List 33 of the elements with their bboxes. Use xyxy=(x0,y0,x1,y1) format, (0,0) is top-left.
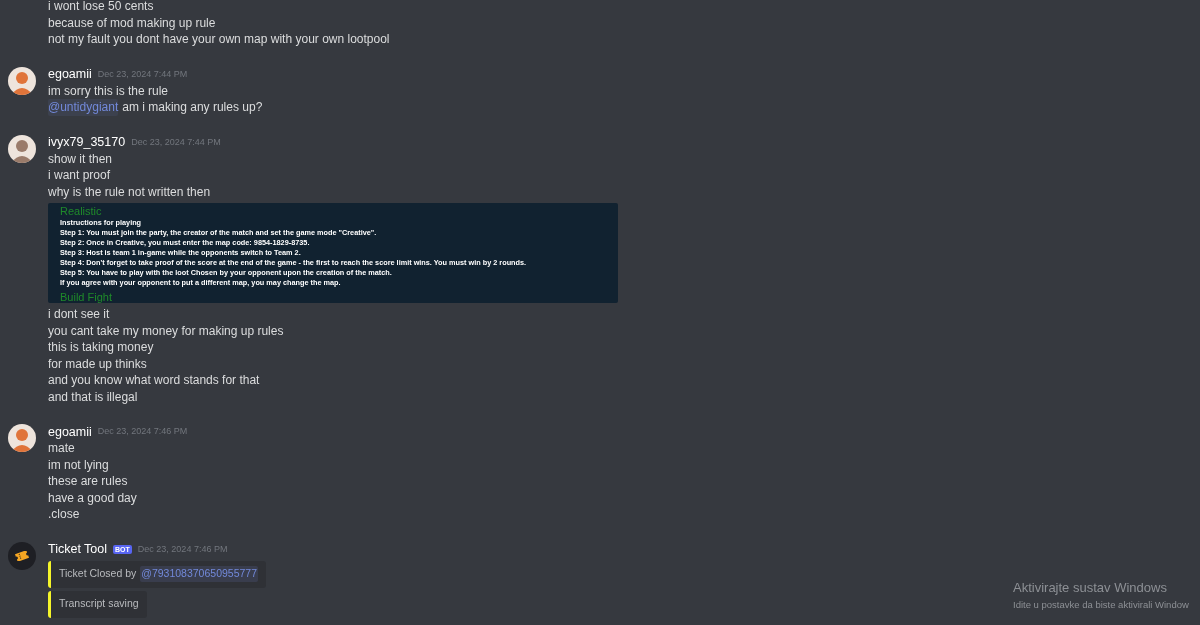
username[interactable]: Ticket Tool xyxy=(48,540,108,559)
message-text: mate xyxy=(48,440,76,457)
activation-subtitle: Idite u postavke da biste aktivirali Window xyxy=(1013,597,1189,612)
message-text: i want proof xyxy=(48,167,112,184)
message-text: have a good day xyxy=(48,489,138,506)
embed-text: Transcript saving xyxy=(59,596,139,612)
message-text: i wont lose 50 cents xyxy=(48,0,155,15)
avatar[interactable] xyxy=(8,424,36,452)
embed-text: Ticket Closed by xyxy=(59,566,137,582)
username[interactable]: egoamii xyxy=(48,65,92,84)
message-text: for made up thinks xyxy=(48,355,148,372)
ticket-icon xyxy=(14,550,30,561)
message-text: am i making any rules up? xyxy=(122,99,263,116)
message-text: and you know what word stands for that xyxy=(48,372,261,389)
message-text: show it then xyxy=(48,150,114,167)
message-text: because of mod making up rule xyxy=(48,14,217,31)
message-text: .close xyxy=(48,506,81,523)
message-text: not my fault you dont have your own map with your own lootpool xyxy=(48,31,390,48)
message-text: i dont see it xyxy=(48,306,111,323)
screenshot-heading: Realistic xyxy=(60,205,103,218)
message-text: these are rules xyxy=(48,473,129,490)
activation-title: Aktivirajte sustav Windows xyxy=(1013,579,1168,597)
message-text: you cant take my money for making up rules xyxy=(48,322,285,339)
username[interactable]: ivyx79_35170 xyxy=(48,133,126,152)
message-text: and that is illegal xyxy=(48,388,139,405)
username[interactable]: egoamii xyxy=(48,422,92,442)
message-text: this is taking money xyxy=(48,339,155,356)
bot-avatar[interactable] xyxy=(8,541,36,570)
message-text: why is the rule not written then xyxy=(48,183,212,200)
avatar[interactable] xyxy=(8,134,36,163)
message-text: im sorry this is the rule xyxy=(48,82,170,99)
message-text: im not lying xyxy=(48,456,110,473)
avatar[interactable] xyxy=(8,66,36,95)
